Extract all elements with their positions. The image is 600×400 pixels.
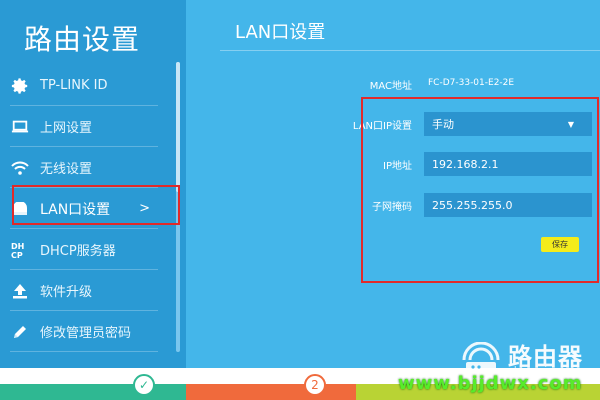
caret-down-icon: ▼ <box>567 120 574 129</box>
sidebar-item-label: LAN口设置 <box>40 201 111 218</box>
lan-ip-mode-label: LAN口IP设置 <box>352 121 412 132</box>
sidebar-title: 路由设置 <box>24 23 141 56</box>
sidebar-item-wireless[interactable]: 无线设置 <box>10 148 158 188</box>
pencil-icon <box>10 322 30 342</box>
progress-segment-1 <box>0 384 186 400</box>
title-divider <box>220 50 600 51</box>
gear-icon <box>10 76 30 96</box>
upload-icon <box>10 281 30 301</box>
sidebar-item-label: 软件升级 <box>40 285 93 300</box>
sidebar-item-lan[interactable]: LAN口设置 > <box>10 189 158 229</box>
dhcp-icon-text-bottom: CP <box>11 251 23 260</box>
step-complete-icon: ✓ <box>133 374 155 396</box>
mac-value: FC-D7-33-01-E2-2E <box>428 78 515 88</box>
router-logo-icon <box>460 341 502 376</box>
mac-label: MAC地址 <box>369 81 412 92</box>
sidebar-item-label: 上网设置 <box>40 121 93 136</box>
ip-address-input[interactable]: 192.168.2.1 <box>424 152 592 176</box>
lan-ip-mode-select[interactable]: 手动 ▼ <box>424 112 592 136</box>
sidebar-item-internet[interactable]: 上网设置 <box>10 107 158 147</box>
sidebar-item-upgrade[interactable]: 软件升级 <box>10 271 158 311</box>
dhcp-icon-text-top: DH <box>11 242 24 251</box>
main-panel: LAN口设置 <box>186 0 600 368</box>
sidebar-item-admin-password[interactable]: 修改管理员密码 <box>10 312 158 352</box>
subnet-mask-value: 255.255.255.0 <box>432 198 513 212</box>
lan-ip-mode-value: 手动 <box>432 118 454 131</box>
router-icon <box>10 199 30 219</box>
sidebar-item-dhcp[interactable]: DH CP DHCP服务器 <box>10 230 158 270</box>
sidebar-item-label: 无线设置 <box>40 162 93 177</box>
sidebar-item-tp-link-id[interactable]: TP-LINK ID <box>10 66 158 106</box>
sidebar-item-label: DHCP服务器 <box>40 244 116 259</box>
sidebar-item-label: 修改管理员密码 <box>40 326 132 341</box>
subnet-mask-input[interactable]: 255.255.255.0 <box>424 193 592 217</box>
dhcp-icon: DH CP <box>10 240 30 260</box>
progress-segment-2 <box>186 384 356 400</box>
sidebar-item-label: TP-LINK ID <box>40 78 108 93</box>
ip-label: IP地址 <box>383 161 412 172</box>
wifi-icon <box>10 158 30 178</box>
sidebar-scrollbar[interactable] <box>176 62 180 352</box>
subnet-mask-label: 子网掩码 <box>372 202 412 213</box>
sidebar-scroll-thumb[interactable] <box>176 62 180 192</box>
step-2-indicator: 2 <box>304 374 326 396</box>
watermark-url: www.bjjdwx.com <box>398 373 583 394</box>
page-title: LAN口设置 <box>235 22 326 43</box>
ip-address-value: 192.168.2.1 <box>432 157 499 171</box>
laptop-icon <box>10 117 30 137</box>
save-button[interactable]: 保存 <box>541 237 579 252</box>
sidebar: 路由设置 TP-LINK ID 上网设置 无线设置 LAN口设置 > DH CP … <box>0 0 186 368</box>
chevron-right-icon: > <box>139 201 150 216</box>
